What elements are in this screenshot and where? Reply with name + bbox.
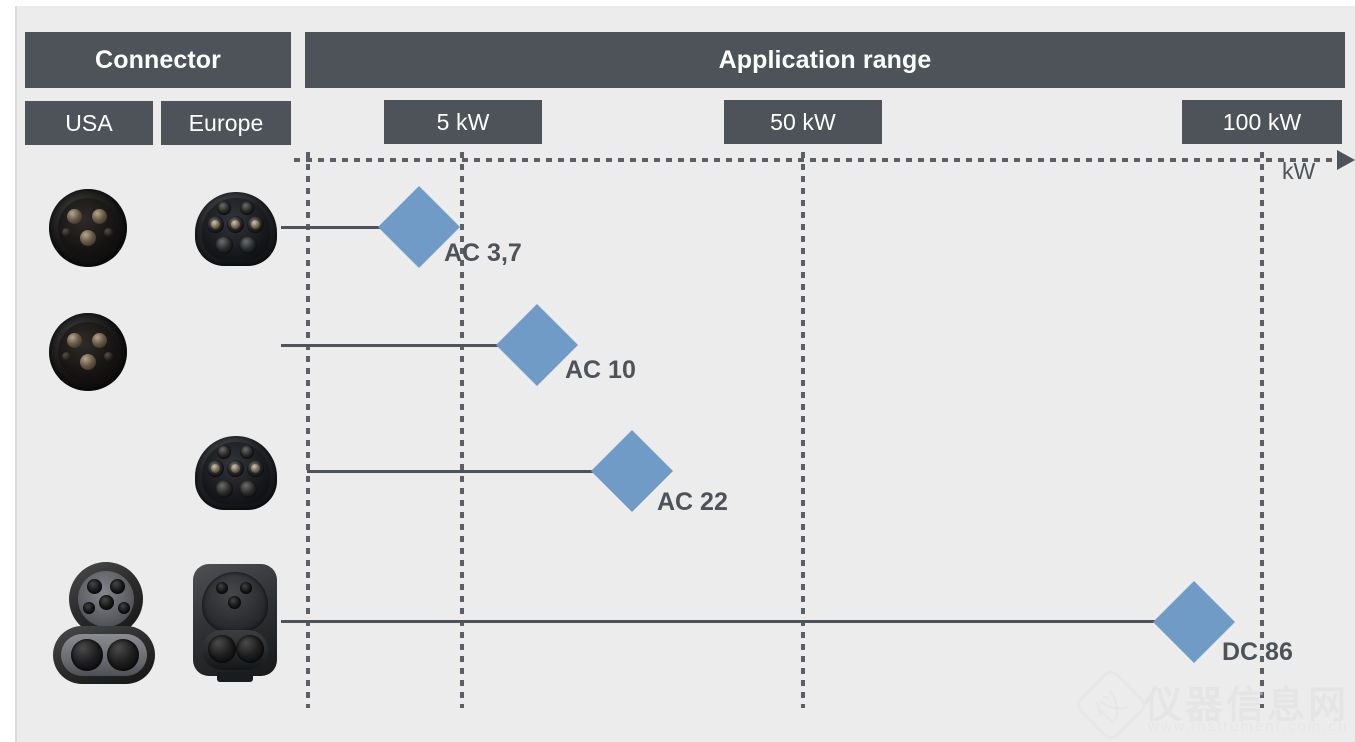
horizontal-axis-dotted-line [294,158,1339,162]
connector-body [193,564,277,682]
connector-pin [80,354,96,370]
connector-pin [211,220,220,229]
connector-face [202,198,270,260]
axis-tick-label-5kw: 5 kW [384,100,542,144]
connector-pin [92,333,107,348]
connector-hole [118,602,130,614]
connector-body-bottom [53,626,155,684]
watermark: 仪 仪器信息网 www.instrument.com.cn [1072,666,1355,742]
axis-tick-label-100kw: 100 kW [1182,100,1342,144]
connector-hole [216,582,228,594]
connector-hole [239,236,257,254]
connector-hole [240,201,254,215]
connector-hole [83,602,95,614]
gridline-50kw [801,152,805,708]
connector-pin-small [104,228,113,237]
axis-tick-label-50kw: 50 kW [724,100,882,144]
connector-hole [99,595,114,610]
data-label-ac-22: AC 22 [657,488,728,516]
connector-hole [215,480,233,498]
connector-face [58,322,118,382]
connector-pin-small [62,352,71,361]
connector-pin-small [104,352,113,361]
connector-hole [239,480,257,498]
connector-face [58,198,118,258]
connector-dc-pin [208,635,236,663]
connector-hole [110,579,125,594]
connector-hole [215,236,233,254]
connector-body [49,313,127,391]
connector-face-bottom [202,630,268,670]
data-label-ac-3-7: AC 3,7 [444,239,522,267]
diagram-canvas: Connector Application range USA Europe 5… [0,0,1355,742]
connector-pin [67,209,82,224]
connector-body-top [69,562,143,636]
connector-hole [87,579,102,594]
header-application-range: Application range [305,32,1345,88]
watermark-logo-glyph: 仪 [1089,686,1134,731]
connector-hole [240,582,252,594]
connector-pin-small [62,228,71,237]
connector-body [195,436,277,510]
connector-hole [217,201,231,215]
connector-hole [217,445,231,459]
connector-hole [228,596,241,609]
connector-face-top [202,572,268,632]
connector-pin [80,230,96,246]
watermark-text: 仪器信息网 [1144,685,1350,727]
data-label-dc-86: DC 86 [1222,638,1293,666]
connector-body [49,189,127,267]
row-connector-line [281,620,1181,623]
connector-pin [67,333,82,348]
connector-dc-pin [107,639,139,671]
header-connector: Connector [25,32,291,88]
gridline-origin [306,152,310,708]
connector-pin [231,464,240,473]
watermark-logo-icon [1072,666,1150,742]
data-label-ac-10: AC 10 [565,356,636,384]
diagram-panel: Connector Application range USA Europe 5… [15,6,1355,742]
gridline-100kw [1260,152,1264,708]
connector-stem [217,672,253,682]
connector-pin [92,209,107,224]
connector-dc-pin [71,639,103,671]
connector-body [195,192,277,266]
axis-unit-label: kW [1282,158,1316,184]
connector-face [202,442,270,504]
connector-dc-pin [236,635,264,663]
connector-face [78,571,134,627]
connector-pin [251,220,260,229]
connector-pin [231,220,240,229]
axis-arrow-icon [1337,150,1355,170]
ccs1-combo-connector-usa-row4 [53,562,163,687]
header-europe: Europe [161,101,291,145]
header-usa: USA [25,101,153,145]
watermark-url: www.instrument.com.cn [1148,718,1349,735]
connector-pin [251,464,260,473]
connector-hole [240,445,254,459]
connector-face [61,634,147,676]
connector-pin [211,464,220,473]
gridline-5kw [460,152,464,708]
row-connector-line [307,470,620,473]
